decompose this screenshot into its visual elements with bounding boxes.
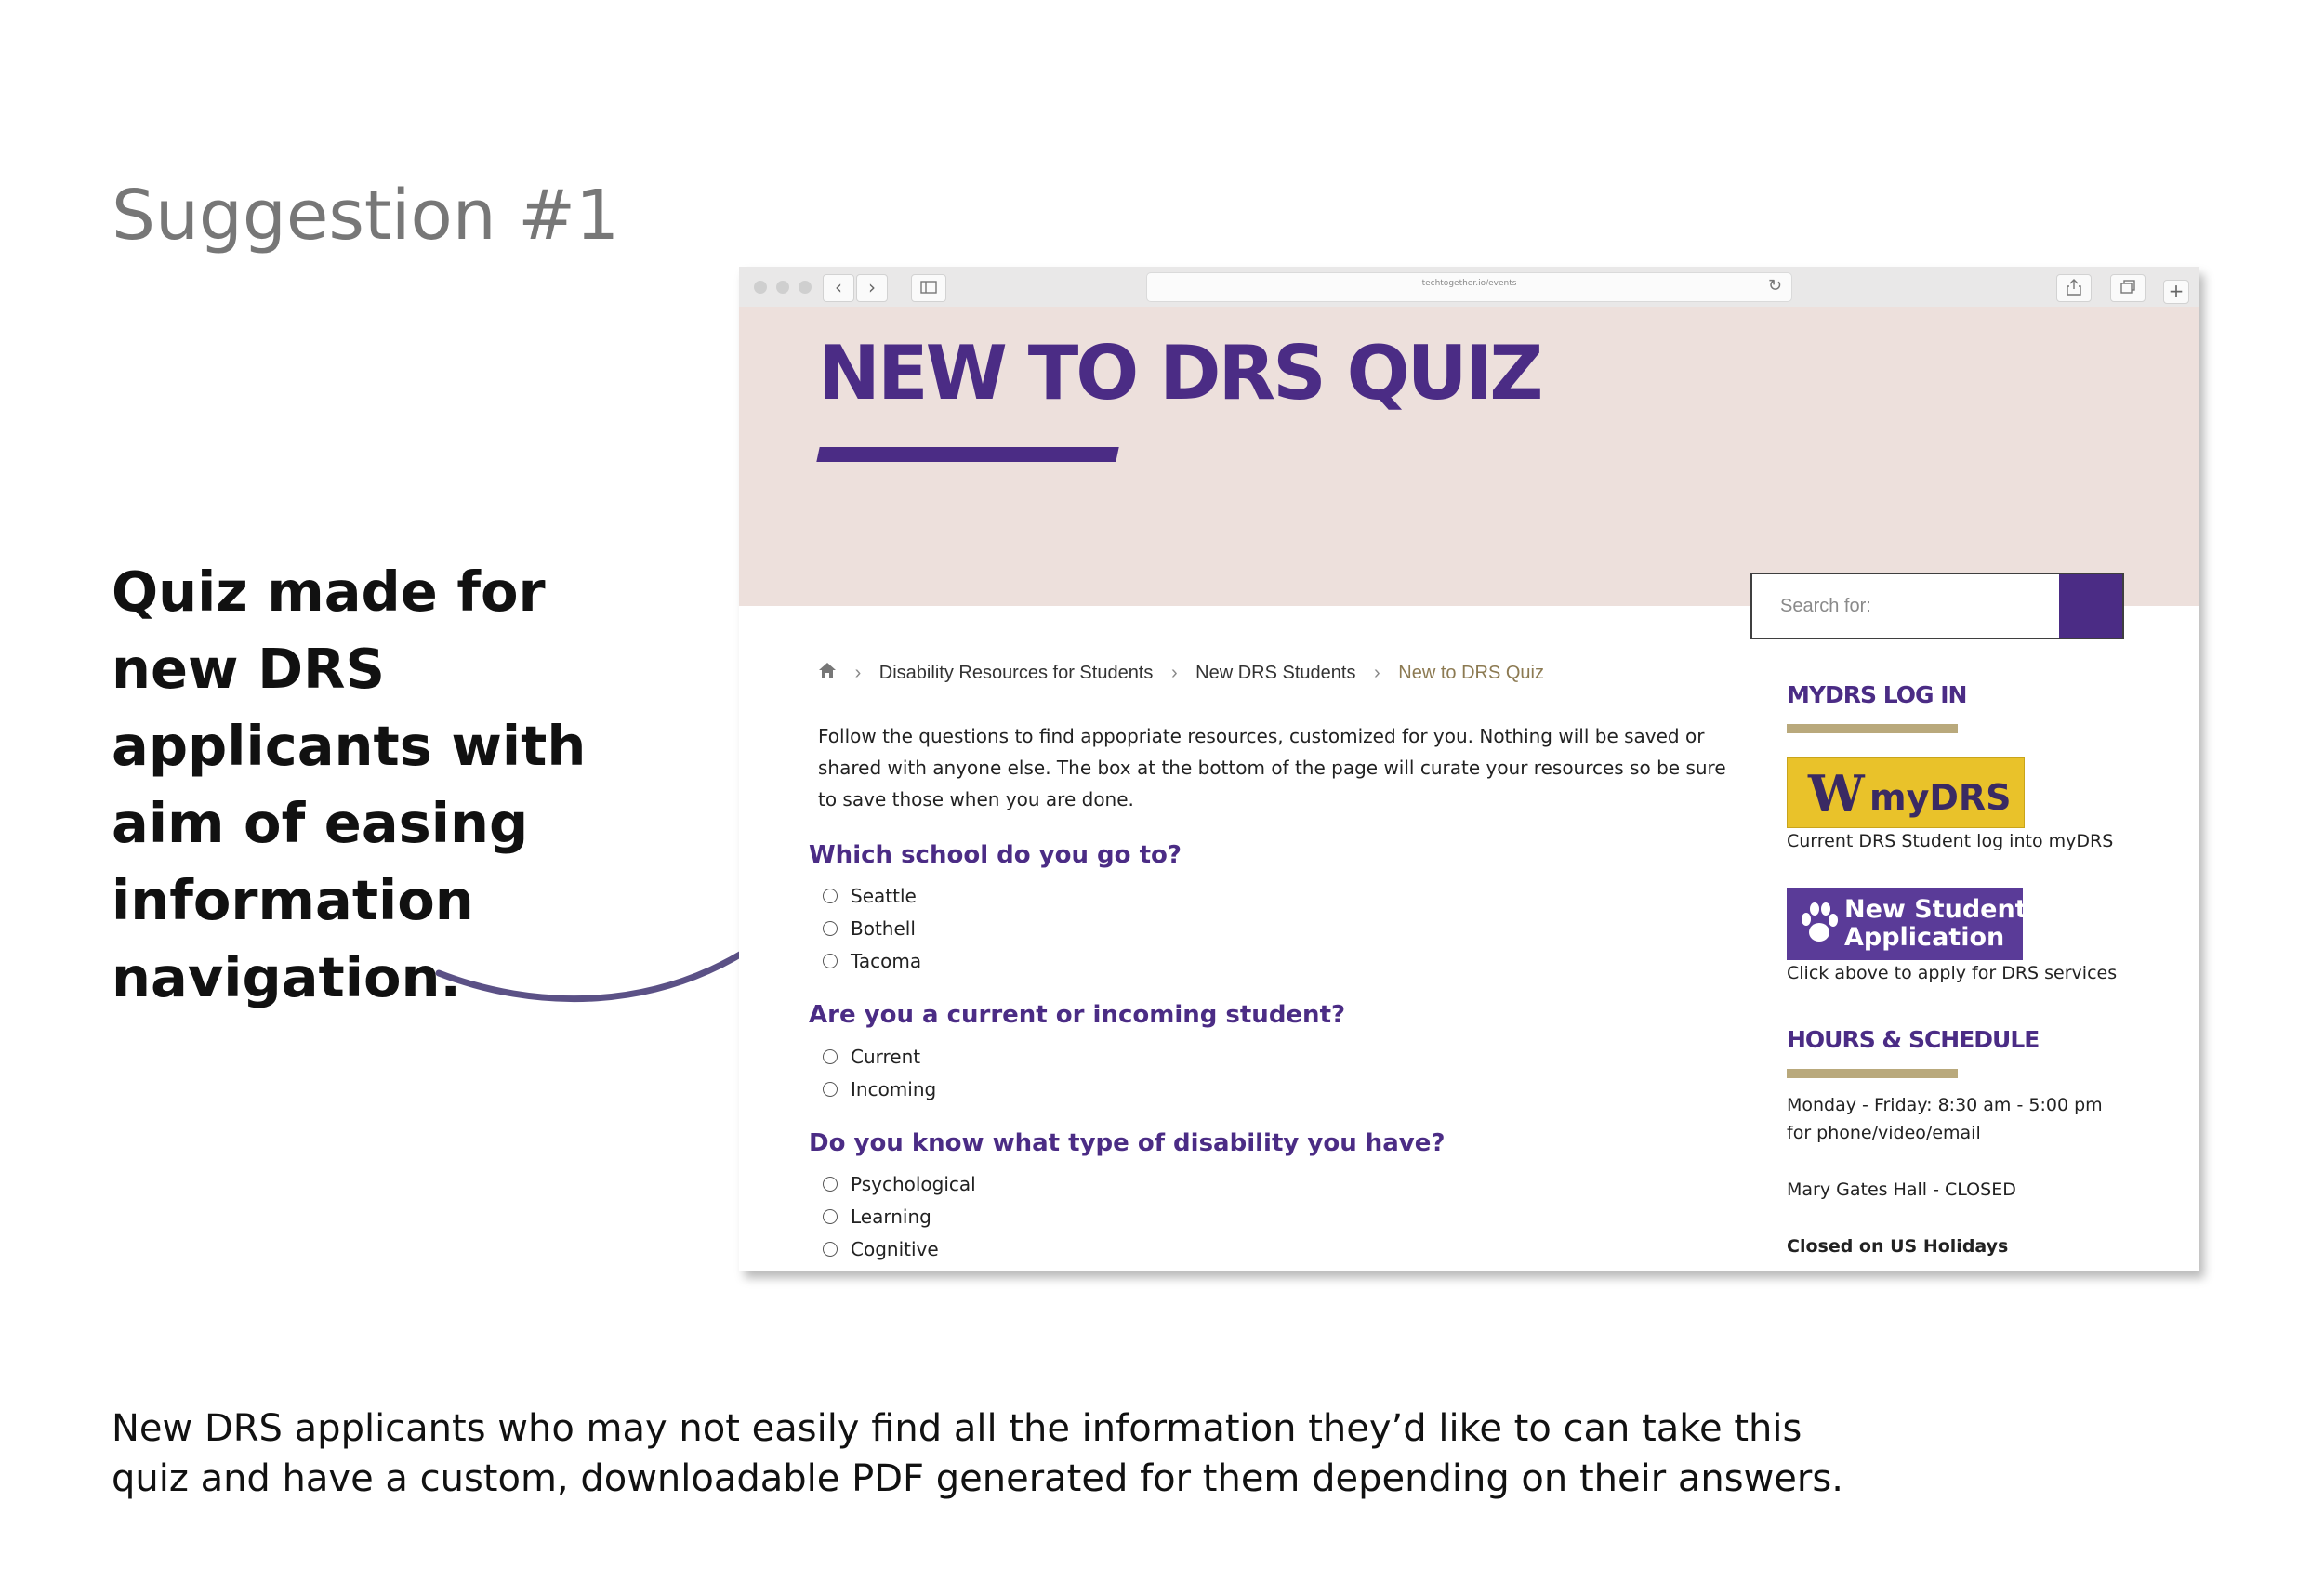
new-tab-icon[interactable]: +: [2163, 280, 2189, 304]
radio-button[interactable]: [823, 1242, 838, 1257]
radio-button[interactable]: [823, 889, 838, 903]
radio-button[interactable]: [823, 1209, 838, 1224]
radio-button[interactable]: [823, 1177, 838, 1192]
new-student-application-button[interactable]: New Student Application: [1787, 888, 2027, 960]
location-status: Mary Gates Hall - CLOSED: [1787, 1179, 2016, 1200]
breadcrumb-current: New to DRS Quiz: [1398, 662, 1544, 683]
question-student-status: Are you a current or incoming student?: [809, 1001, 1346, 1029]
mydrs-button-label: myDRS: [1869, 777, 2012, 818]
apply-caption: Click above to apply for DRS services: [1787, 963, 2118, 983]
radio-button[interactable]: [823, 1082, 838, 1097]
radio-button[interactable]: [823, 954, 838, 968]
url-text: techtogether.io/events: [1421, 279, 1517, 288]
question-school: Which school do you go to?: [809, 841, 1182, 869]
apply-button-line1: New Student: [1844, 895, 2027, 924]
option-label: Tacoma: [851, 950, 922, 972]
window-minimize-dot[interactable]: [776, 281, 789, 294]
option-label: Learning: [851, 1205, 931, 1228]
option-cognitive[interactable]: Cognitive: [823, 1235, 939, 1263]
option-label: Bothell: [851, 917, 916, 940]
option-incoming[interactable]: Incoming: [823, 1075, 936, 1103]
mydrs-login-heading: MYDRS LOG IN: [1787, 681, 1967, 708]
paw-icon: [1802, 902, 1838, 942]
hours-line2: for phone/video/email: [1787, 1123, 1981, 1143]
browser-window: ‹ › techtogether.io/events ↻ + NEW TO DR…: [739, 267, 2199, 1271]
heading-rule: [1787, 724, 1958, 733]
window-close-dot[interactable]: [754, 281, 767, 294]
window-zoom-dot[interactable]: [799, 281, 812, 294]
option-label: Incoming: [851, 1078, 937, 1100]
connector-curve: [435, 929, 777, 1003]
mydrs-caption: Current DRS Student log into myDRS: [1787, 831, 2114, 851]
page-title: NEW TO DRS QUIZ: [818, 330, 1543, 416]
search-box: [1750, 573, 2124, 639]
search-input[interactable]: [1752, 574, 2048, 638]
title-underline: [816, 447, 1119, 462]
holiday-notice: Closed on US Holidays: [1787, 1236, 2009, 1257]
option-label: Psychological: [851, 1173, 976, 1195]
option-bothell[interactable]: Bothell: [823, 915, 916, 942]
mydrs-login-button[interactable]: W myDRS: [1787, 757, 2025, 828]
radio-button[interactable]: [823, 1049, 838, 1064]
slide-title: Suggestion #1: [112, 176, 620, 256]
chevron-right-icon: ›: [1170, 662, 1178, 683]
share-icon[interactable]: [2056, 274, 2092, 302]
apply-button-line2: Application: [1844, 923, 2005, 952]
chevron-right-icon: ›: [854, 662, 862, 683]
browser-toolbar: ‹ › techtogether.io/events ↻ +: [739, 267, 2199, 308]
address-bar[interactable]: techtogether.io/events ↻: [1146, 272, 1792, 302]
option-seattle[interactable]: Seattle: [823, 882, 917, 910]
option-label: Cognitive: [851, 1238, 939, 1260]
hours-heading: HOURS & SCHEDULE: [1787, 1026, 2040, 1053]
intro-text: Follow the questions to find appopriate …: [818, 725, 1726, 810]
tabs-overview-icon[interactable]: [2110, 274, 2146, 302]
sidebar-toggle-icon[interactable]: [911, 274, 946, 302]
chevron-right-icon: ›: [1374, 662, 1380, 683]
option-learning[interactable]: Learning: [823, 1203, 931, 1231]
hours-line1: Monday - Friday: 8:30 am - 5:00 pm: [1787, 1095, 2103, 1115]
option-psychological[interactable]: Psychological: [823, 1170, 976, 1198]
home-icon[interactable]: [818, 662, 837, 684]
breadcrumb-link-new-students[interactable]: New DRS Students: [1195, 663, 1355, 684]
option-label: Seattle: [851, 885, 917, 907]
option-tacoma[interactable]: Tacoma: [823, 947, 921, 975]
question-disability-type: Do you know what type of disability you …: [809, 1129, 1446, 1157]
search-button[interactable]: [2059, 574, 2122, 638]
slide-description: New DRS applicants who may not easily fi…: [112, 1407, 1843, 1500]
option-label: Current: [851, 1046, 921, 1068]
back-icon[interactable]: ‹: [823, 274, 854, 302]
breadcrumb-link-drs[interactable]: Disability Resources for Students: [879, 663, 1154, 684]
reload-icon[interactable]: ↻: [1768, 276, 1782, 296]
uw-logo-icon: W: [1808, 764, 1865, 823]
forward-icon[interactable]: ›: [856, 274, 888, 302]
breadcrumb: › Disability Resources for Students › Ne…: [818, 662, 1544, 684]
page-hero: NEW TO DRS QUIZ: [739, 307, 2199, 606]
heading-rule: [1787, 1069, 1958, 1078]
option-current[interactable]: Current: [823, 1043, 920, 1071]
radio-button[interactable]: [823, 921, 838, 936]
